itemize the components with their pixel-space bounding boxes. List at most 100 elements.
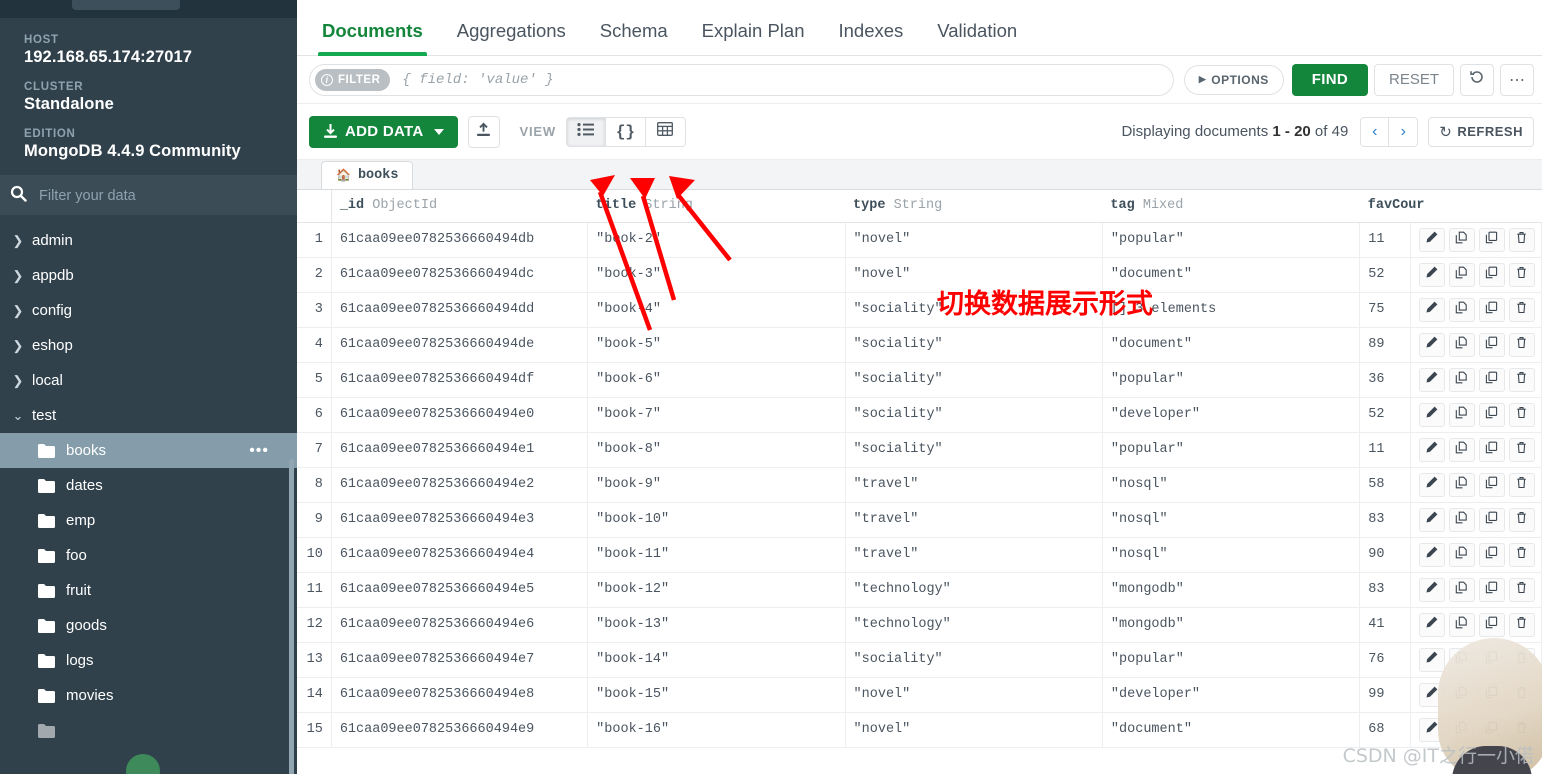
cell-favcount[interactable]: 52 xyxy=(1359,397,1411,433)
clone-button[interactable] xyxy=(1448,332,1475,357)
trash-button[interactable] xyxy=(1508,332,1535,357)
sidebar-collection-dates[interactable]: dates xyxy=(0,468,297,503)
cell-type[interactable]: "sociality" xyxy=(845,432,1103,468)
edit-pencil-button[interactable] xyxy=(1418,647,1445,672)
table-row[interactable]: 8 61caa09ee0782536660494e2 "book-9" "travel… xyxy=(297,467,1542,503)
copy-button[interactable] xyxy=(1478,507,1505,532)
tab-schema[interactable]: Schema xyxy=(600,20,668,55)
copy-button[interactable] xyxy=(1478,717,1505,742)
find-button[interactable]: FIND xyxy=(1291,63,1368,96)
sidebar-db-appdb[interactable]: ❯ appdb xyxy=(0,258,297,293)
cell-tag[interactable]: [] 3 elements xyxy=(1102,292,1361,328)
cell-tag[interactable]: "popular" xyxy=(1102,432,1361,468)
copy-button[interactable] xyxy=(1478,367,1505,392)
table-row[interactable]: 6 61caa09ee0782536660494e0 "book-7" "social… xyxy=(297,397,1542,433)
th-id[interactable]: _id ObjectId xyxy=(331,190,588,223)
cell-favcount[interactable]: 75 xyxy=(1359,292,1411,328)
cell-type[interactable]: "travel" xyxy=(845,537,1103,573)
th-title[interactable]: title String xyxy=(587,190,846,223)
tab-aggregations[interactable]: Aggregations xyxy=(457,20,566,55)
cell-title[interactable]: "book-14" xyxy=(587,642,846,678)
edit-pencil-button[interactable] xyxy=(1418,437,1445,462)
sidebar-db-local[interactable]: ❯ local xyxy=(0,363,297,398)
query-history-button[interactable] xyxy=(1460,63,1494,96)
cell-id[interactable]: 61caa09ee0782536660494e5 xyxy=(331,572,589,608)
collection-menu-icon[interactable]: ••• xyxy=(249,442,269,458)
cell-title[interactable]: "book-9" xyxy=(587,467,846,503)
cell-title[interactable]: "book-4" xyxy=(587,292,846,328)
table-row[interactable]: 13 61caa09ee0782536660494e7 "book-14" "soci… xyxy=(297,642,1542,678)
cell-favcount[interactable]: 89 xyxy=(1359,327,1411,363)
sidebar-filter-input[interactable] xyxy=(39,187,239,204)
copy-button[interactable] xyxy=(1478,647,1505,672)
cell-title[interactable]: "book-11" xyxy=(587,537,846,573)
cell-title[interactable]: "book-8" xyxy=(587,432,846,468)
cell-id[interactable]: 61caa09ee0782536660494db xyxy=(331,222,589,258)
copy-button[interactable] xyxy=(1478,262,1505,287)
clone-button[interactable] xyxy=(1448,402,1475,427)
cell-favcount[interactable]: 68 xyxy=(1359,712,1411,748)
cell-type[interactable]: "technology" xyxy=(845,572,1103,608)
edit-pencil-button[interactable] xyxy=(1418,472,1445,497)
sidebar-collection-goods[interactable]: goods xyxy=(0,608,297,643)
clone-button[interactable] xyxy=(1448,577,1475,602)
cell-tag[interactable]: "mongodb" xyxy=(1102,572,1361,608)
edit-pencil-button[interactable] xyxy=(1418,612,1445,637)
prev-page-button[interactable]: ‹ xyxy=(1360,116,1390,147)
cell-type[interactable]: "novel" xyxy=(845,222,1103,258)
cell-id[interactable]: 61caa09ee0782536660494e9 xyxy=(331,712,589,748)
trash-button[interactable] xyxy=(1508,437,1535,462)
edit-pencil-button[interactable] xyxy=(1418,262,1445,287)
cell-tag[interactable]: "popular" xyxy=(1102,642,1361,678)
trash-button[interactable] xyxy=(1508,262,1535,287)
clone-button[interactable] xyxy=(1448,472,1475,497)
cell-favcount[interactable]: 76 xyxy=(1359,642,1411,678)
cell-favcount[interactable]: 90 xyxy=(1359,537,1411,573)
cell-title[interactable]: "book-16" xyxy=(587,712,846,748)
cell-favcount[interactable]: 11 xyxy=(1359,222,1411,258)
trash-button[interactable] xyxy=(1508,472,1535,497)
sidebar-filter-row[interactable] xyxy=(0,175,297,215)
cell-id[interactable]: 61caa09ee0782536660494e0 xyxy=(331,397,589,433)
trash-button[interactable] xyxy=(1508,507,1535,532)
cell-tag[interactable]: "document" xyxy=(1102,257,1361,293)
sidebar-db-eshop[interactable]: ❯ eshop xyxy=(0,328,297,363)
cell-tag[interactable]: "document" xyxy=(1102,712,1361,748)
cell-favcount[interactable]: 83 xyxy=(1359,572,1411,608)
export-button[interactable] xyxy=(467,115,500,148)
trash-button[interactable] xyxy=(1508,227,1535,252)
cell-type[interactable]: "sociality" xyxy=(845,397,1103,433)
th-favcount[interactable]: favCour xyxy=(1359,190,1425,223)
cell-id[interactable]: 61caa09ee0782536660494e1 xyxy=(331,432,589,468)
edit-pencil-button[interactable] xyxy=(1418,682,1445,707)
sidebar-collection-fruit[interactable]: fruit xyxy=(0,573,297,608)
trash-button[interactable] xyxy=(1508,717,1535,742)
table-row[interactable]: 10 61caa09ee0782536660494e4 "book-11" "trav… xyxy=(297,537,1542,573)
filter-input-wrapper[interactable]: i FILTER { field: 'value' } xyxy=(309,63,1174,96)
sidebar-fab-button[interactable] xyxy=(126,754,160,774)
tab-indexes[interactable]: Indexes xyxy=(839,20,904,55)
cell-title[interactable]: "book-15" xyxy=(587,677,846,713)
view-mode-json-button[interactable]: {} xyxy=(605,116,646,147)
table-row[interactable]: 5 61caa09ee0782536660494df "book-6" "social… xyxy=(297,362,1542,398)
trash-button[interactable] xyxy=(1508,542,1535,567)
table-row[interactable]: 1 61caa09ee0782536660494db "book-2" "novel"… xyxy=(297,222,1542,258)
cell-id[interactable]: 61caa09ee0782536660494e2 xyxy=(331,467,589,503)
cell-id[interactable]: 61caa09ee0782536660494e7 xyxy=(331,642,589,678)
view-mode-list-button[interactable] xyxy=(565,116,606,147)
copy-button[interactable] xyxy=(1478,332,1505,357)
cell-type[interactable]: "technology" xyxy=(845,607,1103,643)
table-row[interactable]: 7 61caa09ee0782536660494e1 "book-8" "social… xyxy=(297,432,1542,468)
sidebar-db-test[interactable]: ⌄ test xyxy=(0,398,297,433)
clone-button[interactable] xyxy=(1448,612,1475,637)
cell-favcount[interactable]: 36 xyxy=(1359,362,1411,398)
clone-button[interactable] xyxy=(1448,542,1475,567)
cell-tag[interactable]: "document" xyxy=(1102,327,1361,363)
cell-title[interactable]: "book-6" xyxy=(587,362,846,398)
clone-button[interactable] xyxy=(1448,682,1475,707)
cell-title[interactable]: "book-3" xyxy=(587,257,846,293)
cell-title[interactable]: "book-13" xyxy=(587,607,846,643)
copy-button[interactable] xyxy=(1478,472,1505,497)
cell-tag[interactable]: "nosql" xyxy=(1102,502,1361,538)
cell-favcount[interactable]: 11 xyxy=(1359,432,1411,468)
